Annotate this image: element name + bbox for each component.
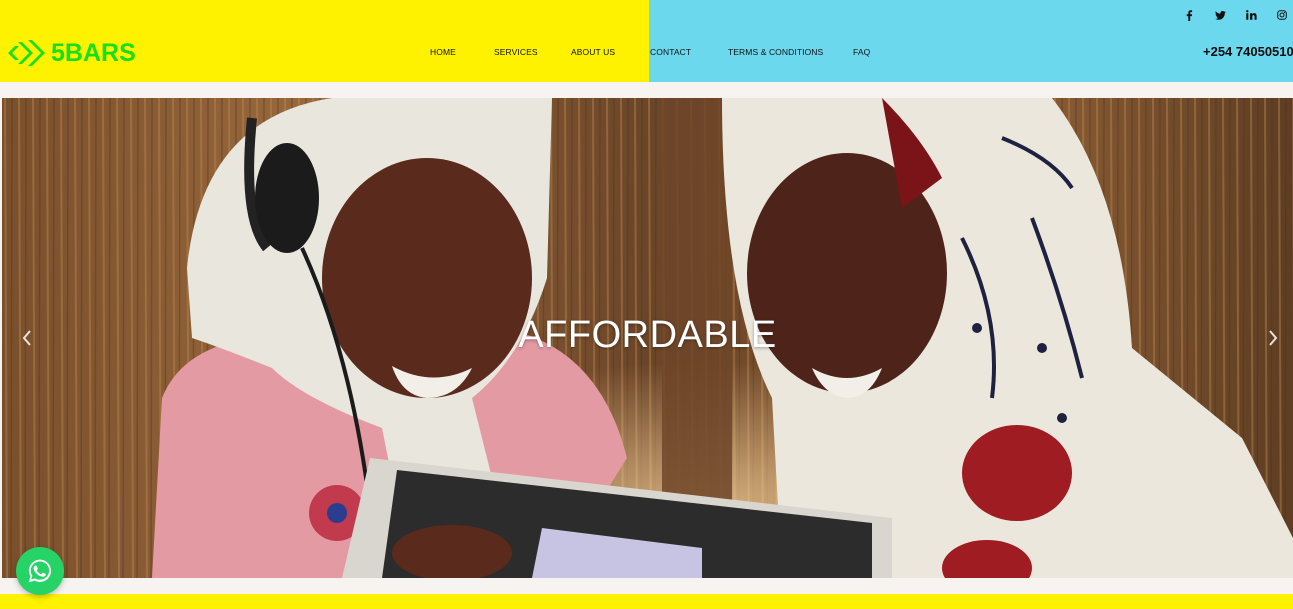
- nav-item-terms-conditions[interactable]: TERMS & CONDITIONS: [728, 47, 823, 57]
- phone-number[interactable]: +254 740505100: [1203, 44, 1293, 59]
- social-links: [0, 8, 1293, 22]
- instagram-icon[interactable]: [1275, 8, 1289, 22]
- chevron-left-icon[interactable]: [17, 327, 37, 349]
- whatsapp-chat-button[interactable]: [16, 547, 64, 595]
- linkedin-icon[interactable]: [1244, 8, 1258, 22]
- footer-strip: [0, 594, 1293, 609]
- nav-item-contact[interactable]: CONTACT: [650, 47, 691, 57]
- twitter-icon[interactable]: [1213, 8, 1227, 22]
- hero-caption: AFFORDABLE: [518, 314, 777, 356]
- whatsapp-icon: [28, 559, 52, 583]
- site-header: 5BARS HOME SERVICES ABOUT US CONTACT TER…: [0, 0, 1293, 82]
- main-nav: HOME SERVICES ABOUT US CONTACT TERMS & C…: [0, 47, 1293, 61]
- chevron-right-icon[interactable]: [1263, 327, 1283, 349]
- nav-item-services[interactable]: SERVICES: [494, 47, 538, 57]
- hero-slider: AFFORDABLE: [2, 98, 1293, 578]
- facebook-icon[interactable]: [1182, 8, 1196, 22]
- nav-item-faq[interactable]: FAQ: [853, 47, 870, 57]
- nav-item-home[interactable]: HOME: [430, 47, 456, 57]
- nav-item-about-us[interactable]: ABOUT US: [571, 47, 615, 57]
